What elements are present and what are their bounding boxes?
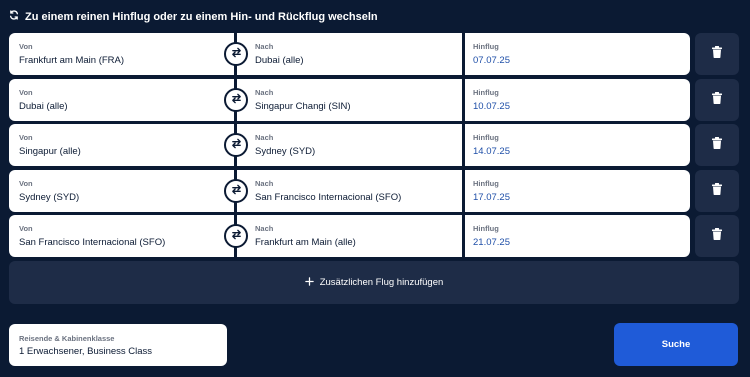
destination-value: Singapur Changi (SIN) [255,100,351,112]
destination-label: Nach [255,178,274,188]
destination-field[interactable]: Nach Singapur Changi (SIN) [255,79,455,121]
origin-field[interactable]: Von San Francisco Internacional (SFO) [19,215,219,257]
origin-label: Von [19,133,33,142]
swap-circular-icon [9,10,19,23]
origin-value: San Francisco Internacional (SFO) [19,237,166,248]
departure-date-field[interactable]: Hinflug 17.07.25 [473,170,673,212]
departure-date-label: Hinflug [473,224,499,233]
trash-icon [712,91,722,109]
destination-value: San Francisco Internacional (SFO) [255,191,402,203]
origin-value: Sydney (SYD) [19,191,80,203]
delete-leg-button[interactable] [695,215,739,257]
departure-date-value: 17.07.25 [473,191,510,203]
origin-label: Von [19,87,33,97]
divider [462,33,465,75]
trip-type-toggle[interactable]: Zu einem reinen Hinflug oder zu einem Hi… [9,10,378,23]
travellers-cabin-class-selector[interactable]: Reisende & Kabinenklasse 1 Erwachsener, … [9,324,227,366]
flight-leg: Von Frankfurt am Main (FRA) Nach Dubai (… [9,33,739,75]
delete-leg-button[interactable] [695,33,739,75]
departure-date-value: 14.07.25 [473,146,510,157]
swap-button[interactable] [224,133,248,157]
origin-field[interactable]: Von Sydney (SYD) [19,170,219,212]
flight-leg-card: Von Dubai (alle) Nach Singapur Changi (S… [9,78,690,121]
destination-label: Nach [255,224,274,233]
divider [462,169,465,212]
swap-arrows-icon [231,182,242,200]
trip-type-toggle-label: Zu einem reinen Hinflug oder zu einem Hi… [25,10,378,23]
destination-label: Nach [255,42,274,51]
departure-date-value: 07.07.25 [473,55,510,66]
destination-field[interactable]: Nach Dubai (alle) [255,33,455,75]
destination-label: Nach [255,133,274,142]
departure-date-field[interactable]: Hinflug 14.07.25 [473,124,673,166]
flight-legs-list: Von Frankfurt am Main (FRA) Nach Dubai (… [9,33,739,261]
departure-date-field[interactable]: Hinflug 07.07.25 [473,33,673,75]
plus-icon [304,276,314,289]
flight-leg: Von San Francisco Internacional (SFO) Na… [9,215,739,257]
flight-leg-card: Von San Francisco Internacional (SFO) Na… [9,215,690,257]
flight-leg: Von Singapur (alle) Nach Sydney (SYD) Hi… [9,124,739,166]
divider [462,124,465,166]
swap-arrows-icon [231,136,242,154]
add-flight-label: Zusätzlichen Flug hinzufügen [319,277,444,288]
destination-field[interactable]: Nach San Francisco Internacional (SFO) [255,170,455,212]
destination-label: Nach [255,87,274,97]
origin-field[interactable]: Von Dubai (alle) [19,79,219,121]
departure-date-label: Hinflug [473,133,499,142]
flight-leg-card: Von Singapur (alle) Nach Sydney (SYD) Hi… [9,124,690,166]
search-button[interactable]: Suche [614,323,738,366]
swap-button[interactable] [224,87,248,112]
travellers-label: Reisende & Kabinenklasse [19,334,115,343]
flight-leg-card: Von Sydney (SYD) Nach San Francisco Inte… [9,169,690,212]
origin-label: Von [19,178,33,188]
destination-field[interactable]: Nach Frankfurt am Main (alle) [255,215,455,257]
delete-leg-button[interactable] [695,78,739,121]
destination-value: Dubai (alle) [255,55,304,66]
destination-value: Sydney (SYD) [255,146,316,157]
departure-date-field[interactable]: Hinflug 21.07.25 [473,215,673,257]
swap-arrows-icon [231,91,242,109]
departure-date-field[interactable]: Hinflug 10.07.25 [473,79,673,121]
departure-date-label: Hinflug [473,42,499,51]
add-flight-button[interactable]: Zusätzlichen Flug hinzufügen [9,261,739,304]
flight-leg: Von Dubai (alle) Nach Singapur Changi (S… [9,78,739,121]
swap-arrows-icon [231,45,242,63]
travellers-value: 1 Erwachsener, Business Class [19,346,153,357]
departure-date-value: 10.07.25 [473,100,510,112]
origin-value: Dubai (alle) [19,100,68,112]
destination-value: Frankfurt am Main (alle) [255,237,356,248]
origin-field[interactable]: Von Singapur (alle) [19,124,219,166]
departure-date-label: Hinflug [473,87,499,97]
origin-label: Von [19,224,33,233]
departure-date-value: 21.07.25 [473,237,510,248]
origin-label: Von [19,42,33,51]
destination-field[interactable]: Nach Sydney (SYD) [255,124,455,166]
trash-icon [712,182,722,200]
origin-value: Singapur (alle) [19,146,81,157]
swap-button[interactable] [224,178,248,203]
trash-icon [712,45,722,63]
trash-icon [712,136,722,154]
delete-leg-button[interactable] [695,124,739,166]
departure-date-label: Hinflug [473,178,499,188]
flight-leg: Von Sydney (SYD) Nach San Francisco Inte… [9,169,739,212]
origin-field[interactable]: Von Frankfurt am Main (FRA) [19,33,219,75]
trash-icon [712,227,722,245]
divider [462,78,465,121]
swap-button[interactable] [224,42,248,66]
swap-button[interactable] [224,224,248,248]
origin-value: Frankfurt am Main (FRA) [19,55,125,66]
delete-leg-button[interactable] [695,169,739,212]
flight-leg-card: Von Frankfurt am Main (FRA) Nach Dubai (… [9,33,690,75]
swap-arrows-icon [231,227,242,245]
divider [462,215,465,257]
